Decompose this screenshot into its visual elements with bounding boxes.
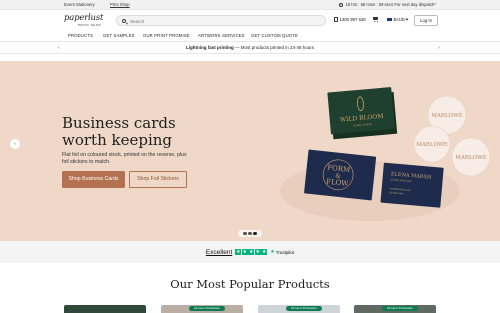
top-bar: Event Stationery Print Shop 19 hrs : 58 … xyxy=(0,0,500,10)
production-badge: 24 Hour Production xyxy=(382,306,418,311)
login-button[interactable]: Log In xyxy=(414,14,438,26)
logo-wordmark: paperlust xyxy=(64,13,104,23)
carousel-dot-active[interactable] xyxy=(253,231,257,236)
tab-print-shop[interactable]: Print Shop xyxy=(110,1,130,9)
production-badge: 24 Hour Production xyxy=(286,306,322,311)
hero-carousel: ‹ Business cards worth keeping Flat foil… xyxy=(0,61,500,241)
product-cards: 24 Hour Production 24 Hour Production 24… xyxy=(0,305,500,313)
nav-item-custom-quote[interactable]: GET CUSTOM QUOTE xyxy=(251,33,298,38)
nav-item-print-promise[interactable]: OUR PRINT PROMISE xyxy=(143,33,190,38)
currency-label: $AUD xyxy=(393,17,405,22)
star-icon: ★ xyxy=(241,249,248,255)
production-badge: 24 Hour Production xyxy=(189,306,225,311)
nav-item-artwork-services[interactable]: ARTWORK SERVICES xyxy=(198,33,245,38)
sticker-text-3: MARLOWE xyxy=(455,155,487,161)
tab-event-stationery[interactable]: Event Stationery xyxy=(64,1,95,9)
star-icon: ★ xyxy=(235,249,242,255)
foil-stickers: MARLOWE MARLOWE MARLOWE xyxy=(413,95,491,177)
nav-item-products[interactable]: PRODUCTS xyxy=(68,33,93,38)
promo-prev-icon[interactable]: ‹ xyxy=(58,42,60,54)
carousel-dot[interactable] xyxy=(243,231,247,236)
clock-icon xyxy=(339,3,344,7)
dispatch-countdown: 19 hrs : 58 mins : 59 secs For next day … xyxy=(339,1,436,9)
chevron-down-icon xyxy=(406,17,409,21)
promo-next-icon[interactable]: › xyxy=(438,42,440,54)
hero-product-image: WILD BLOOM FLORAL STUDIO FORM & FLOW ELE… xyxy=(280,87,491,221)
australia-flag-icon xyxy=(387,17,392,22)
trustpilot-logo: Trustpilot xyxy=(270,249,294,255)
phone-icon xyxy=(334,17,338,22)
phone-link[interactable]: 1300 997 636 xyxy=(334,17,366,22)
popular-products-heading: Our Most Popular Products xyxy=(170,277,330,291)
search-input[interactable] xyxy=(130,17,310,25)
promo-headline: Lightning fast printing xyxy=(185,45,234,50)
rating-word[interactable]: Excellent xyxy=(206,249,232,256)
cart-icon[interactable] xyxy=(372,16,379,22)
sticker-text-1: MARLOWE xyxy=(431,113,463,119)
trustpilot-bar[interactable]: Excellent ★ ★ ★ ★ ★ Trustpilot xyxy=(0,241,500,263)
nav-item-get-samples[interactable]: GET SAMPLES xyxy=(103,33,135,38)
search-bar[interactable] xyxy=(116,15,326,26)
promo-detail: — Most products printed in 24-48 hours xyxy=(233,45,315,50)
product-card[interactable] xyxy=(64,305,146,313)
star-icon: ★ xyxy=(254,249,261,255)
phone-number: 1300 997 636 xyxy=(339,17,366,22)
rating-stars: ★ ★ ★ ★ ★ xyxy=(235,249,268,255)
product-card[interactable]: 24 Hour Production xyxy=(258,305,340,313)
product-card[interactable]: 24 Hour Production xyxy=(161,305,243,313)
sticker-text-2: MARLOWE xyxy=(416,142,448,148)
currency-selector[interactable]: $AUD xyxy=(387,17,409,22)
product-card[interactable]: 24 Hour Production xyxy=(354,305,436,313)
carousel-dot[interactable] xyxy=(248,231,252,236)
dispatch-text: 19 hrs : 58 mins : 59 secs For next day … xyxy=(345,2,436,7)
site-header: paperlust PRINT SHOP 1300 997 636 $AUD L… xyxy=(0,10,500,30)
main-nav: PRODUCTS GET SAMPLES OUR PRINT PROMISE A… xyxy=(0,30,500,42)
star-icon: ★ xyxy=(248,249,255,255)
search-icon xyxy=(122,18,126,23)
carousel-dots xyxy=(238,230,262,237)
star-icon: ★ xyxy=(261,249,268,255)
promo-banner: ‹ Lightning fast printing — Most product… xyxy=(0,42,500,54)
logo-subtitle: PRINT SHOP xyxy=(78,22,102,27)
logo[interactable]: paperlust PRINT SHOP xyxy=(64,14,103,27)
